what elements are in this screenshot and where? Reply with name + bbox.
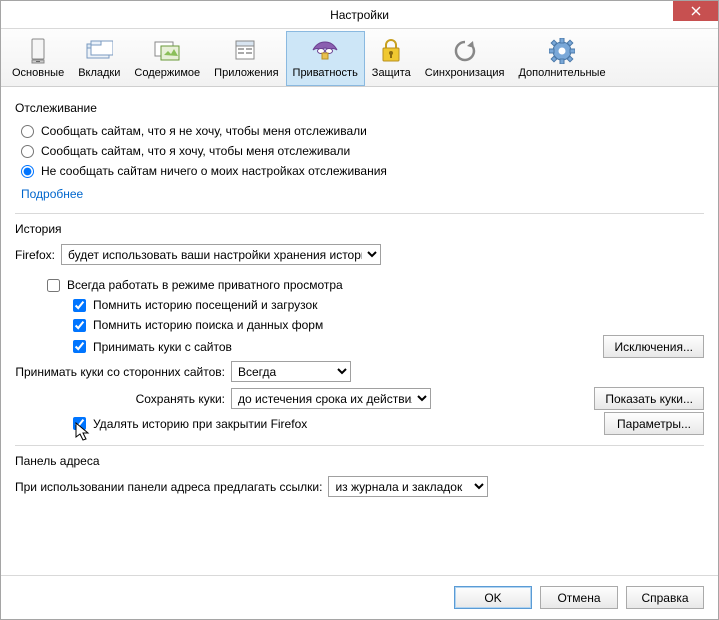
checkbox-input[interactable]: [73, 299, 86, 312]
checkbox-label: Помнить историю посещений и загрузок: [93, 298, 317, 312]
suggest-label: При использовании панели адреса предлага…: [15, 480, 322, 494]
dialog-footer: OK Отмена Справка: [1, 575, 718, 619]
remember-browsing-check[interactable]: Помнить историю посещений и загрузок: [15, 295, 704, 315]
settings-window: Настройки Основные Вкладки Содержимое: [0, 0, 719, 620]
content-icon: [153, 37, 181, 65]
general-icon: [24, 37, 52, 65]
radio-input[interactable]: [21, 145, 34, 158]
checkbox-label: Удалять историю при закрытии Firefox: [93, 417, 307, 431]
tracking-title: Отслеживание: [15, 101, 704, 115]
history-title: История: [15, 222, 704, 236]
tracking-do-track[interactable]: Сообщать сайтам, что я хочу, чтобы меня …: [15, 141, 704, 161]
cancel-button[interactable]: Отмена: [540, 586, 618, 609]
tracking-do-not-track[interactable]: Сообщать сайтам, что я не хочу, чтобы ме…: [15, 121, 704, 141]
checkbox-label: Принимать куки с сайтов: [93, 340, 232, 354]
tab-label: Защита: [372, 67, 411, 79]
tab-security[interactable]: Защита: [365, 31, 418, 86]
clear-settings-button[interactable]: Параметры...: [604, 412, 704, 435]
radio-label: Не сообщать сайтам ничего о моих настрой…: [41, 164, 387, 178]
divider: [15, 445, 704, 446]
close-icon: [691, 6, 701, 16]
tracking-no-pref[interactable]: Не сообщать сайтам ничего о моих настрой…: [15, 161, 704, 181]
tab-advanced[interactable]: Дополнительные: [511, 31, 612, 86]
always-private-check[interactable]: Всегда работать в режиме приватного прос…: [15, 275, 704, 295]
tab-content[interactable]: Содержимое: [127, 31, 207, 86]
exceptions-button[interactable]: Исключения...: [603, 335, 704, 358]
toolbar: Основные Вкладки Содержимое Приложения П…: [1, 29, 718, 87]
firefox-label: Firefox:: [15, 248, 55, 262]
clear-on-close-check[interactable]: Удалять историю при закрытии Firefox: [15, 414, 307, 434]
security-icon: [377, 37, 405, 65]
third-party-label: Принимать куки со сторонних сайтов:: [15, 365, 225, 379]
checkbox-label: Всегда работать в режиме приватного прос…: [67, 278, 343, 292]
privacy-icon: [311, 37, 339, 65]
tab-label: Приложения: [214, 67, 278, 79]
keep-until-select[interactable]: до истечения срока их действия: [231, 388, 431, 409]
tab-privacy[interactable]: Приватность: [286, 31, 365, 86]
tab-label: Основные: [12, 67, 64, 79]
checkbox-label: Помнить историю поиска и данных форм: [93, 318, 323, 332]
keep-until-label: Сохранять куки:: [15, 392, 225, 406]
tracking-more-link[interactable]: Подробнее: [15, 181, 83, 203]
gear-icon: [548, 37, 576, 65]
third-party-row: Принимать куки со сторонних сайтов: Всег…: [15, 358, 704, 385]
radio-input[interactable]: [21, 125, 34, 138]
help-button[interactable]: Справка: [626, 586, 704, 609]
tabs-icon: [85, 37, 113, 65]
close-button[interactable]: [673, 1, 718, 21]
tab-label: Приватность: [293, 67, 358, 79]
tab-label: Содержимое: [134, 67, 200, 79]
tab-label: Синхронизация: [425, 67, 505, 79]
tab-label: Дополнительные: [518, 67, 605, 79]
radio-label: Сообщать сайтам, что я хочу, чтобы меня …: [41, 144, 350, 158]
location-bar-title: Панель адреса: [15, 454, 704, 468]
accept-cookies-check[interactable]: Принимать куки с сайтов: [15, 337, 232, 357]
divider: [15, 213, 704, 214]
checkbox-input[interactable]: [73, 340, 86, 353]
radio-label: Сообщать сайтам, что я не хочу, чтобы ме…: [41, 124, 367, 138]
keep-until-row: Сохранять куки: до истечения срока их де…: [15, 385, 431, 412]
titlebar: Настройки: [1, 1, 718, 29]
tab-general[interactable]: Основные: [5, 31, 71, 86]
suggest-row: При использовании панели адреса предлага…: [15, 474, 704, 499]
content-panel: Отслеживание Сообщать сайтам, что я не х…: [1, 87, 718, 575]
checkbox-input[interactable]: [73, 417, 86, 430]
show-cookies-button[interactable]: Показать куки...: [594, 387, 704, 410]
checkbox-input[interactable]: [73, 319, 86, 332]
checkbox-input[interactable]: [47, 279, 60, 292]
tab-applications[interactable]: Приложения: [207, 31, 285, 86]
history-mode-row: Firefox: будет использовать ваши настрой…: [15, 242, 704, 267]
sync-icon: [451, 37, 479, 65]
third-party-select[interactable]: Всегда: [231, 361, 351, 382]
radio-input[interactable]: [21, 165, 34, 178]
remember-search-check[interactable]: Помнить историю поиска и данных форм: [15, 315, 704, 335]
history-mode-select[interactable]: будет использовать ваши настройки хранен…: [61, 244, 381, 265]
tab-sync[interactable]: Синхронизация: [418, 31, 512, 86]
ok-button[interactable]: OK: [454, 586, 532, 609]
applications-icon: [232, 37, 260, 65]
tab-label: Вкладки: [78, 67, 120, 79]
tab-tabs[interactable]: Вкладки: [71, 31, 127, 86]
suggest-select[interactable]: из журнала и закладок: [328, 476, 488, 497]
window-title: Настройки: [330, 8, 389, 22]
